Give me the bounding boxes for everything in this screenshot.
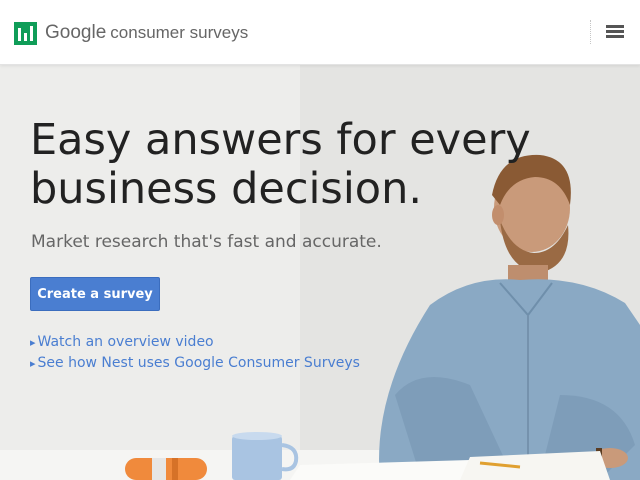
logo-product-text: consumer surveys: [110, 23, 249, 42]
triangle-right-icon: ▸: [30, 336, 36, 349]
nest-case-study-link-label: See how Nest uses Google Consumer Survey…: [37, 355, 360, 371]
site-header: Google consumer surveys: [0, 0, 640, 65]
mug: [232, 436, 282, 480]
bar-chart-logo-icon: [14, 21, 37, 45]
hero-links: ▸ Watch an overview video ▸ See how Nest u…: [30, 332, 360, 374]
hero-headline: Easy answers for every business decision…: [30, 115, 531, 214]
watch-video-link-label: Watch an overview video: [37, 334, 214, 350]
logo-google-text: Google: [45, 22, 107, 43]
create-survey-button[interactable]: Create a survey: [30, 277, 160, 311]
watch-video-link[interactable]: ▸ Watch an overview video: [30, 332, 360, 353]
nest-case-study-link[interactable]: ▸ See how Nest uses Google Consumer Surve…: [30, 353, 360, 374]
hamburger-menu-icon[interactable]: [603, 20, 627, 44]
hero-subhead: Market research that's fast and accurate…: [31, 232, 382, 252]
logo-link[interactable]: Google consumer surveys: [14, 19, 248, 47]
header-divider: [590, 20, 591, 44]
triangle-right-icon: ▸: [30, 357, 36, 370]
logo-wordmark: Google consumer surveys: [45, 22, 248, 44]
